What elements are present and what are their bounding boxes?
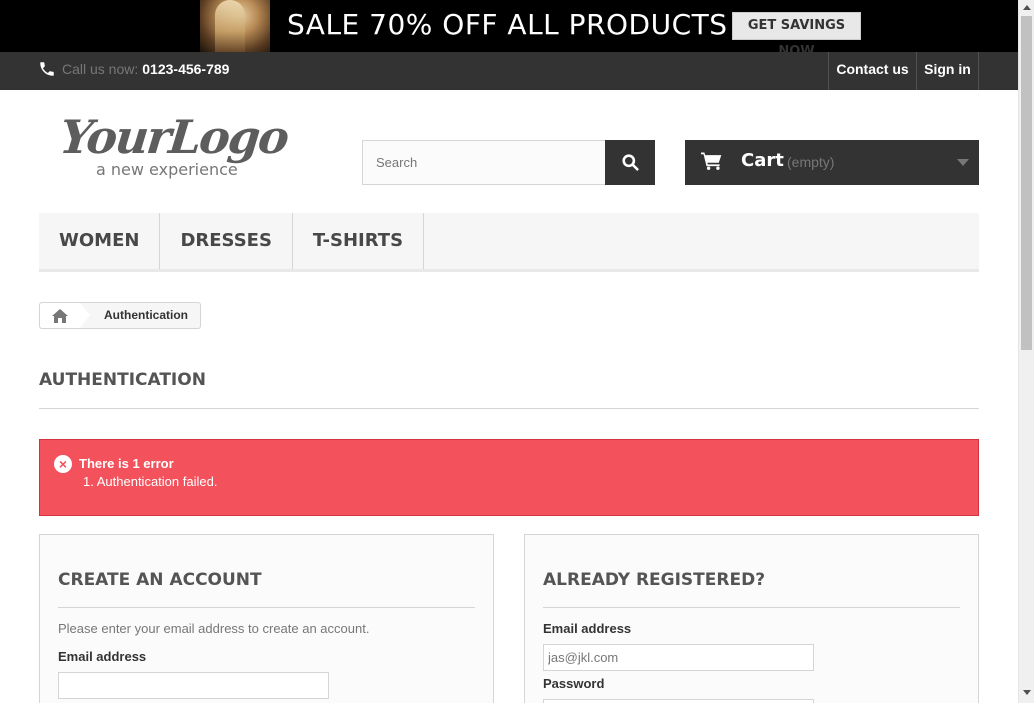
create-account-description: Please enter your email address to creat… (58, 621, 370, 636)
search-button[interactable] (605, 140, 655, 185)
menu-item-tshirts[interactable]: T-SHIRTS (293, 213, 425, 269)
contact-us-link[interactable]: Contact us (828, 52, 916, 90)
create-account-title: CREATE AN ACCOUNT (58, 570, 475, 608)
promo-sale-text: SALE 70% OFF ALL PRODUCTS (287, 8, 728, 41)
promo-banner[interactable]: SALE 70% OFF ALL PRODUCTS GET SAVINGS NO… (0, 0, 1018, 59)
breadcrumb-home[interactable] (40, 303, 80, 328)
logo-wordmark: YourLogo (57, 110, 290, 164)
call-us-label: Call us now: (62, 61, 139, 77)
phone-icon (40, 62, 54, 76)
get-savings-button[interactable]: GET SAVINGS NOW (732, 12, 861, 59)
shopping-cart-icon (701, 152, 722, 170)
cart-button[interactable]: Cart (empty) (685, 140, 979, 185)
login-email-field[interactable] (543, 644, 814, 671)
top-nav-bar: Call us now: 0123-456-789 Contact us Sig… (0, 52, 1018, 90)
breadcrumb: Authentication (39, 302, 201, 329)
scroll-down-icon[interactable] (1023, 690, 1031, 695)
login-form: ALREADY REGISTERED? Email address Passwo… (524, 534, 979, 703)
create-account-form: CREATE AN ACCOUNT Please enter your emai… (39, 534, 494, 703)
page: SALE 70% OFF ALL PRODUCTS GET SAVINGS NO… (0, 0, 1034, 703)
site-logo[interactable]: YourLogo a new experience (57, 110, 300, 180)
search-box (362, 140, 655, 185)
home-icon (52, 308, 68, 323)
error-item: 1. Authentication failed. (83, 474, 218, 489)
login-email-label: Email address (543, 621, 632, 636)
error-title: There is 1 error (79, 456, 174, 471)
breadcrumb-current: Authentication (104, 308, 188, 322)
login-password-field[interactable] (543, 699, 814, 703)
sign-in-link[interactable]: Sign in (916, 52, 979, 90)
phone-info: Call us now: 0123-456-789 (38, 60, 229, 78)
search-input[interactable] (362, 140, 605, 185)
cart-label: Cart (741, 150, 784, 171)
chevron-down-icon (957, 159, 969, 166)
page-title: AUTHENTICATION (39, 370, 979, 409)
main-menu: WOMEN DRESSES T-SHIRTS (39, 213, 979, 272)
scroll-up-icon[interactable] (1023, 5, 1031, 10)
cart-status: (empty) (787, 154, 835, 170)
menu-item-dresses[interactable]: DRESSES (160, 213, 293, 269)
create-email-label: Email address (58, 649, 147, 664)
promo-model-hair (215, 0, 245, 52)
create-email-field[interactable] (58, 672, 329, 699)
error-alert: × There is 1 error 1. Authentication fai… (39, 439, 979, 516)
menu-item-women[interactable]: WOMEN (39, 213, 161, 269)
error-icon: × (54, 455, 72, 473)
breadcrumb-separator (80, 303, 90, 328)
vertical-scrollbar[interactable] (1018, 0, 1034, 703)
login-password-label: Password (543, 676, 605, 691)
login-title: ALREADY REGISTERED? (543, 570, 960, 608)
logo-tagline: a new experience (96, 160, 238, 179)
scrollbar-thumb[interactable] (1021, 16, 1032, 350)
phone-number: 0123-456-789 (142, 61, 230, 77)
search-icon (621, 154, 639, 171)
